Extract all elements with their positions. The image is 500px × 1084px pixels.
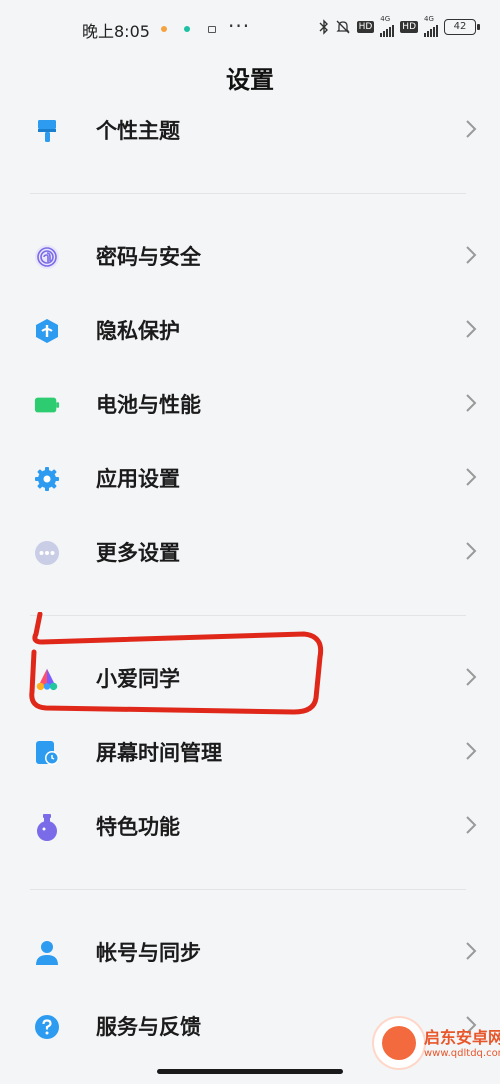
chevron-right-icon (466, 468, 477, 486)
status-icons: HD 4G HD 4G 42 (319, 16, 480, 37)
settings-item-label: 更多设置 (96, 541, 180, 565)
battery-indicator: 42 (444, 18, 480, 35)
gear-icon (34, 466, 60, 492)
fingerprint-icon (34, 244, 60, 270)
settings-item-label: 隐私保护 (96, 319, 180, 343)
chevron-right-icon (466, 246, 477, 264)
settings-item-label: 密码与安全 (96, 245, 201, 269)
chevron-right-icon (466, 742, 477, 760)
section-divider (30, 193, 466, 194)
notification-square-icon (208, 26, 216, 33)
status-time: 晚上8:05 (82, 22, 150, 41)
flask-icon (34, 814, 60, 841)
mute-bell-icon (336, 20, 350, 33)
status-bar: 晚上8:05 ··· HD 4G HD 4G 42 (0, 0, 500, 58)
chevron-right-icon (466, 394, 477, 412)
bluetooth-icon (319, 18, 328, 35)
settings-item-app-settings[interactable]: 应用设置 (0, 446, 500, 510)
signal-1-icon: 4G (380, 16, 395, 37)
hd-badge: HD (356, 20, 375, 33)
home-indicator[interactable] (157, 1069, 343, 1074)
settings-item-label: 特色功能 (96, 815, 180, 839)
chevron-right-icon (466, 942, 477, 960)
hd-badge: HD (400, 20, 418, 33)
watermark-logo: 启东安卓网 www.qdltdq.com (374, 1016, 500, 1078)
more-dots-icon (34, 540, 60, 566)
settings-item-screen-time[interactable]: 屏幕时间管理 (0, 720, 500, 784)
chevron-right-icon (466, 320, 477, 338)
chevron-right-icon (466, 668, 477, 686)
screen-time-icon (34, 740, 60, 766)
section-divider (30, 615, 466, 616)
notification-dot-icon (161, 26, 167, 32)
settings-item-label: 电池与性能 (96, 393, 201, 417)
battery-icon (34, 392, 60, 418)
help-icon (34, 1014, 60, 1040)
chevron-right-icon (466, 816, 477, 834)
paintbrush-icon (34, 118, 60, 144)
chevron-right-icon (466, 542, 477, 560)
settings-item-special-features[interactable]: 特色功能 (0, 794, 500, 858)
settings-item-label: 小爱同学 (96, 667, 180, 691)
settings-item-label: 个性主题 (96, 119, 180, 143)
settings-item-password-security[interactable]: 密码与安全 (0, 224, 500, 288)
signal-2-icon: 4G (424, 16, 438, 37)
settings-item-theme[interactable]: 个性主题 (0, 98, 500, 162)
privacy-shield-icon (34, 318, 60, 344)
settings-item-xiaoai[interactable]: 小爱同学 (0, 646, 500, 710)
notification-dot-icon (184, 26, 190, 32)
watermark-url: www.qdltdq.com (424, 1048, 500, 1059)
page-title: 设置 (226, 66, 274, 94)
settings-item-label: 服务与反馈 (96, 1015, 201, 1039)
settings-item-account-sync[interactable]: 帐号与同步 (0, 920, 500, 984)
watermark-logo-icon (374, 1018, 424, 1068)
settings-item-label: 应用设置 (96, 467, 180, 491)
xiaoai-icon (34, 666, 60, 692)
settings-item-privacy[interactable]: 隐私保护 (0, 298, 500, 362)
settings-item-label: 帐号与同步 (96, 941, 201, 965)
settings-item-battery-performance[interactable]: 电池与性能 (0, 372, 500, 436)
section-divider (30, 889, 466, 890)
chevron-right-icon (466, 120, 477, 138)
account-icon (34, 940, 60, 966)
settings-item-label: 屏幕时间管理 (96, 741, 222, 765)
watermark-text: 启东安卓网 (424, 1028, 500, 1047)
more-notifications-icon: ··· (228, 14, 251, 38)
settings-item-more-settings[interactable]: 更多设置 (0, 520, 500, 584)
